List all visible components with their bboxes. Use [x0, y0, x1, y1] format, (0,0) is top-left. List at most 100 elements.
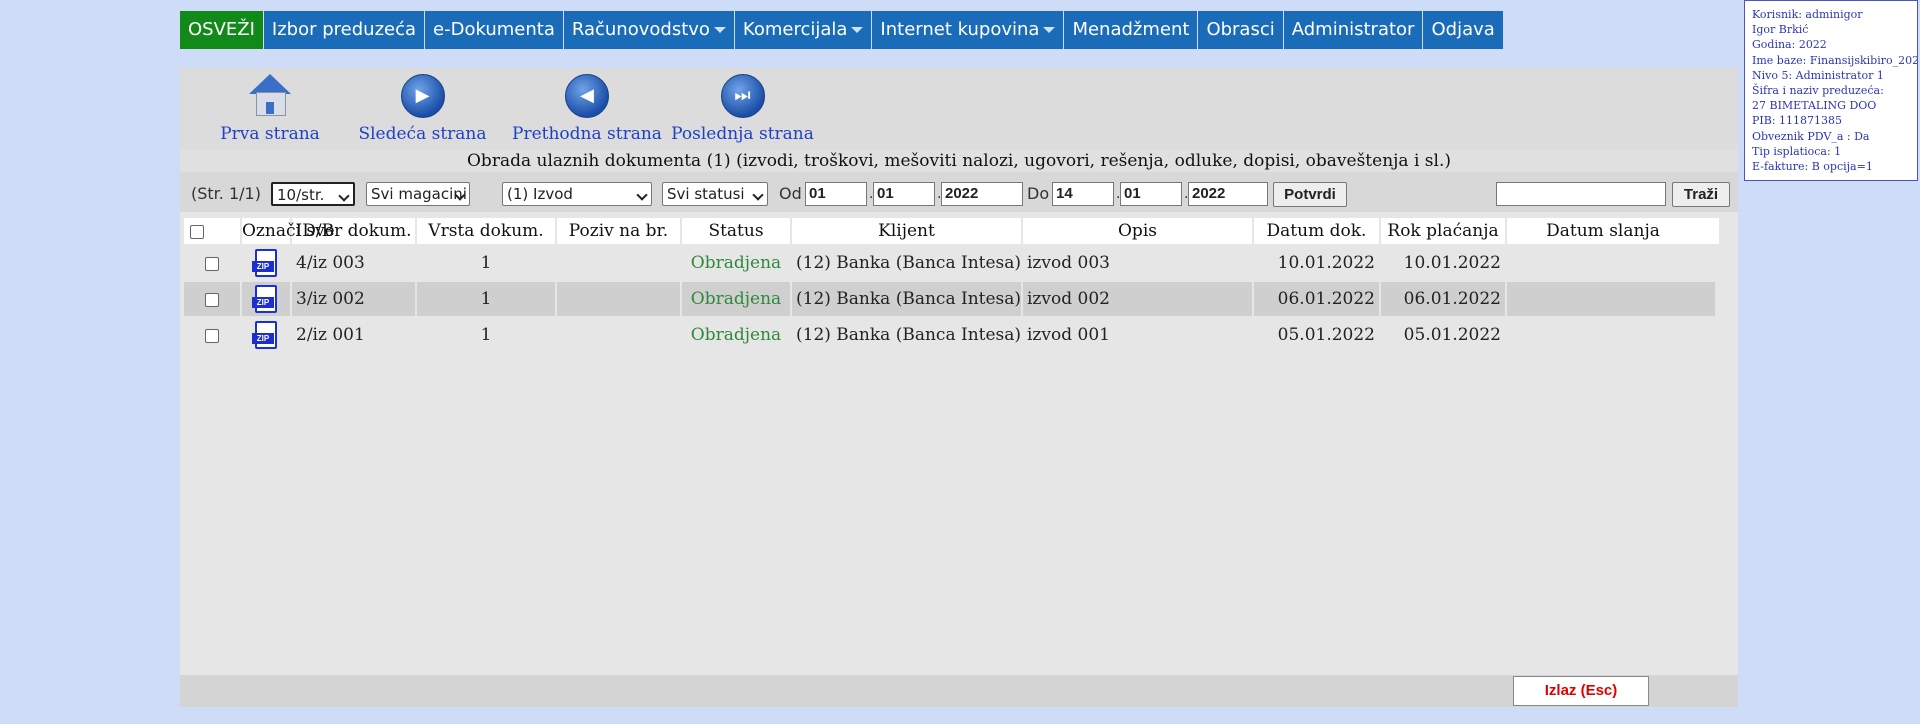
menu-forms[interactable]: Obrasci — [1198, 11, 1284, 49]
menu-commercial[interactable]: Komercijala — [734, 11, 873, 49]
header-description: Opis — [1023, 218, 1254, 244]
fast-forward-icon: ⏭ — [720, 74, 765, 118]
menu-accounting[interactable]: Računovodstvo — [563, 11, 735, 49]
info-database: Ime baze: Finansijskibiro_2022 — [1752, 53, 1918, 67]
menu-management[interactable]: Menadžment — [1064, 11, 1199, 49]
menu-label: Izbor preduzeća — [271, 19, 417, 40]
cell-doc-type: 1 — [417, 246, 557, 280]
home-icon — [247, 74, 293, 118]
info-vat: Obveznik PDV_a : Da — [1752, 129, 1870, 143]
doc-type-select[interactable]: (1) Izvod — [502, 182, 652, 206]
footer-bar: Izlaz (Esc) — [180, 675, 1738, 707]
main-panel: Prva strana ▶ Sledeća strana ◀ Prethodna… — [180, 68, 1738, 707]
cell-doc-type: 1 — [417, 282, 557, 316]
info-company: 27 BIMETALING DOO — [1752, 99, 1877, 113]
cell-status: Obradjena — [682, 282, 792, 316]
cell-doc-date: 05.01.2022 — [1254, 318, 1381, 352]
search-input[interactable] — [1496, 182, 1666, 206]
main-menu: OSVEŽI Izbor preduzeća e-Dokumenta Račun… — [180, 11, 1504, 49]
cell-doc-type: 1 — [417, 318, 557, 352]
per-page-select[interactable]: 10/str. — [271, 182, 355, 206]
next-page-label: Sledeća strana — [358, 124, 487, 144]
header-client: Klijent — [792, 218, 1023, 244]
zip-cell: ZIP — [242, 246, 292, 280]
cell-sent-date — [1507, 282, 1695, 316]
to-year-input[interactable]: 2022 — [1188, 182, 1268, 206]
cell-client: (12) Banka (Banca Intesa) — [792, 246, 1023, 280]
zip-file-icon[interactable]: ZIP — [252, 284, 280, 315]
to-label: Do — [1027, 184, 1050, 203]
zip-file-icon[interactable]: ZIP — [252, 248, 280, 279]
cell-doc-date: 10.01.2022 — [1254, 246, 1381, 280]
cell-description: izvod 001 — [1023, 318, 1254, 352]
info-einvoice: E-fakture: B opcija=1 — [1752, 160, 1873, 174]
confirm-button[interactable]: Potvrdi — [1273, 182, 1347, 207]
row-checkbox[interactable] — [205, 292, 219, 307]
menu-administrator[interactable]: Administrator — [1283, 11, 1424, 49]
cell-description: izvod 003 — [1023, 246, 1254, 280]
cell-reference — [557, 282, 682, 316]
header-sent-date: Datum slanja — [1546, 221, 1660, 241]
from-day-input[interactable]: 01 — [805, 182, 867, 206]
select-all-checkbox[interactable] — [190, 224, 204, 239]
header-id: ID/Br dokum. — [292, 218, 417, 244]
cell-id[interactable]: 4/iz 003 — [292, 246, 417, 280]
play-icon: ▶ — [400, 74, 445, 118]
chevron-down-icon — [851, 27, 864, 33]
from-month-input[interactable]: 01 — [873, 182, 935, 206]
next-page-button[interactable]: ▶ Sledeća strana — [350, 74, 495, 144]
info-payer-type: Tip isplatioca: 1 — [1752, 144, 1842, 158]
cell-due-date: 10.01.2022 — [1381, 246, 1507, 280]
menu-company-select[interactable]: Izbor preduzeća — [263, 11, 426, 49]
row-checkbox[interactable] — [205, 328, 219, 343]
exit-button[interactable]: Izlaz (Esc) — [1513, 676, 1649, 706]
menu-e-documents[interactable]: e-Dokumenta — [425, 11, 564, 49]
search-button[interactable]: Traži — [1672, 182, 1730, 207]
menu-label: Administrator — [1291, 19, 1415, 40]
first-page-button[interactable]: Prva strana — [210, 74, 330, 144]
menu-online-shopping[interactable]: Internet kupovina — [872, 11, 1065, 49]
row-select-cell — [184, 282, 242, 316]
cell-reference — [557, 246, 682, 280]
info-level: Nivo 5: Administrator 1 — [1752, 68, 1884, 82]
menu-refresh[interactable]: OSVEŽI — [180, 11, 264, 49]
last-page-label: Poslednja strana — [671, 124, 814, 144]
table-row: ZIP 2/iz 001 1 Obradjena (12) Banka (Ban… — [184, 318, 1715, 352]
cell-due-date: 06.01.2022 — [1381, 282, 1507, 316]
info-user: Korisnik: adminigor — [1752, 8, 1863, 21]
to-month-input[interactable]: 01 — [1120, 182, 1182, 206]
first-page-label: Prva strana — [220, 124, 320, 144]
last-page-button[interactable]: ⏭ Poslednja strana — [660, 74, 825, 144]
cell-description: izvod 002 — [1023, 282, 1254, 316]
cell-reference — [557, 318, 682, 352]
filter-bar: (Str. 1/1) 10/str. Svi magacini (1) Izvo… — [180, 172, 1738, 212]
to-day-input[interactable]: 14 — [1052, 182, 1114, 206]
header-doc-date: Datum dok. — [1254, 218, 1381, 244]
cell-sent-date — [1507, 246, 1695, 280]
from-year-input[interactable]: 2022 — [941, 182, 1023, 206]
table-row: ZIP 4/iz 003 1 Obradjena (12) Banka (Ban… — [184, 246, 1715, 280]
warehouse-select[interactable]: Svi magacini — [366, 182, 470, 206]
page-indicator: (Str. 1/1) — [191, 184, 261, 203]
zip-file-icon[interactable]: ZIP — [252, 320, 280, 351]
cell-id[interactable]: 2/iz 001 — [292, 318, 417, 352]
menu-logout[interactable]: Odjava — [1423, 11, 1504, 49]
chevron-down-icon — [1043, 27, 1056, 33]
pagination-nav: Prva strana ▶ Sledeća strana ◀ Prethodna… — [180, 68, 1738, 150]
header-select-all[interactable]: Označi sve — [242, 218, 335, 244]
status-select[interactable]: Svi statusi — [662, 182, 768, 206]
zip-cell: ZIP — [242, 282, 292, 316]
row-checkbox[interactable] — [205, 256, 219, 271]
row-select-cell — [184, 246, 242, 280]
cell-client: (12) Banka (Banca Intesa) — [792, 282, 1023, 316]
prev-page-button[interactable]: ◀ Prethodna strana — [502, 74, 672, 144]
back-icon: ◀ — [565, 74, 609, 118]
cell-due-date: 05.01.2022 — [1381, 318, 1507, 352]
menu-label: Komercijala — [742, 19, 848, 40]
cell-id[interactable]: 3/iz 002 — [292, 282, 417, 316]
cell-client: (12) Banka (Banca Intesa) — [792, 318, 1023, 352]
menu-label: OSVEŽI — [188, 19, 255, 40]
header-doc-type: Vrsta dokum. — [417, 218, 557, 244]
select-all-cell — [184, 218, 242, 244]
header-status: Status — [682, 218, 792, 244]
